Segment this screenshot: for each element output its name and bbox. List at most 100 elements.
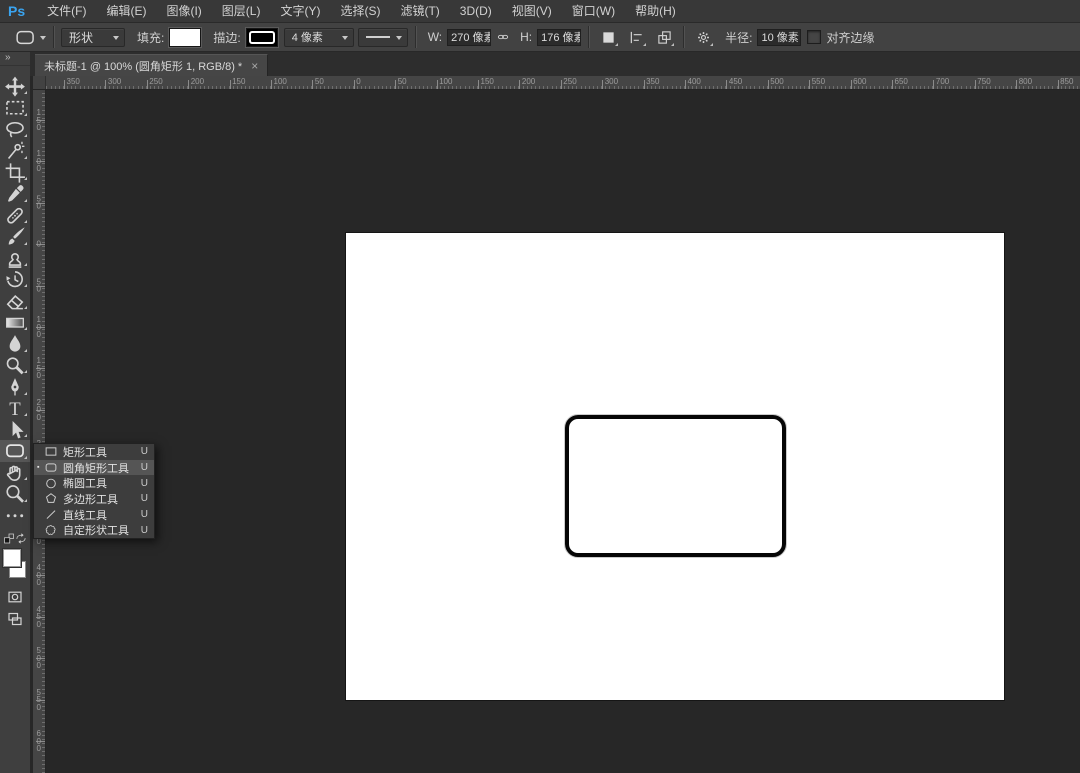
blur-tool[interactable] xyxy=(0,333,30,354)
menu-item[interactable]: 文件(F) xyxy=(37,0,96,23)
link-dimensions-icon[interactable] xyxy=(495,31,511,43)
tools-panel: » T xyxy=(0,52,30,773)
align-icon xyxy=(629,30,644,45)
separator xyxy=(588,26,590,48)
vertical-ruler[interactable]: 1 5 01 0 05 005 01 0 01 5 02 0 02 5 03 0… xyxy=(33,90,46,773)
align-edges-label: 对齐边缘 xyxy=(826,30,875,45)
separator xyxy=(683,26,685,48)
stroke-width-select[interactable]: 4 像素 xyxy=(283,27,354,47)
flyout-item[interactable]: 直线工具 U xyxy=(34,507,154,523)
gradient-tool[interactable] xyxy=(0,312,30,333)
path-alignment-button[interactable] xyxy=(624,26,648,48)
radius-input[interactable]: 10 像素 xyxy=(757,28,802,46)
flyout-item-shortcut: U xyxy=(140,446,148,458)
document-tab[interactable]: 未标题-1 @ 100% (圆角矩形 1, RGB/8) * × xyxy=(35,54,269,76)
stroke-swatch[interactable] xyxy=(245,27,278,47)
radius-value: 10 像素 xyxy=(761,32,799,44)
rounded-rectangle-tool[interactable] xyxy=(0,440,30,462)
flyout-item-label: 自定形状工具 xyxy=(63,525,129,538)
flyout-item[interactable]: 自定形状工具 U xyxy=(34,522,154,538)
flyout-item-shortcut: U xyxy=(140,509,148,521)
flyout-item-label: 矩形工具 xyxy=(63,446,107,459)
photoshop-logo: Ps xyxy=(8,3,26,19)
eyedropper-tool[interactable] xyxy=(0,183,30,204)
separator xyxy=(53,26,54,48)
path-selection-tool[interactable] xyxy=(0,419,30,440)
height-input[interactable]: 176 像素 xyxy=(537,28,582,46)
collapse-panel-icon[interactable]: » xyxy=(0,52,30,66)
clone-stamp-tool[interactable] xyxy=(0,248,30,269)
move-tool[interactable] xyxy=(0,76,30,97)
flyout-item[interactable]: 矩形工具 U xyxy=(34,444,154,460)
stroke-width-value: 4 像素 xyxy=(291,32,323,44)
gear-icon xyxy=(696,30,711,45)
menu-item[interactable]: 视图(V) xyxy=(502,0,562,23)
tool-preset-button[interactable] xyxy=(12,29,46,46)
width-input[interactable]: 270 像素 xyxy=(447,28,492,46)
quick-mask-button[interactable] xyxy=(0,588,30,606)
tool-mode-value: 形状 xyxy=(69,30,94,45)
horizontal-ruler[interactable]: 350 300 250 200 150 100 50 0 50 100 150 200 250 300 35… xyxy=(33,76,1080,90)
menu-item[interactable]: 图像(I) xyxy=(156,0,211,23)
screen-mode-button[interactable] xyxy=(0,610,30,628)
chevron-down-icon xyxy=(341,35,348,43)
menu-item[interactable]: 帮助(H) xyxy=(625,0,686,23)
foreground-color-swatch[interactable] xyxy=(3,549,21,568)
close-icon[interactable]: × xyxy=(251,59,258,73)
align-edges-checkbox[interactable] xyxy=(807,30,822,44)
shape-tools-flyout-menu: 矩形工具 U ▪ 圆角矩形工具 U 椭圆工具 U 多边形工具 U 直线工具 U 自定形状工具 U xyxy=(33,443,155,540)
flyout-item-label: 圆角矩形工具 xyxy=(63,462,129,475)
svg-text:T: T xyxy=(9,398,21,419)
color-controls xyxy=(0,532,30,546)
rounded-rectangle-icon xyxy=(12,29,34,46)
ruler-corner xyxy=(33,76,46,89)
flyout-item-shortcut: U xyxy=(140,524,148,536)
crop-tool[interactable] xyxy=(0,162,30,183)
pen-tool[interactable] xyxy=(0,376,30,397)
edit-toolbar-button[interactable] xyxy=(0,505,30,526)
menu-item[interactable]: 图层(L) xyxy=(212,0,271,23)
fill-swatch[interactable] xyxy=(169,27,202,47)
brush-tool[interactable] xyxy=(0,226,30,247)
dodge-tool[interactable] xyxy=(0,355,30,376)
flyout-item-shortcut: U xyxy=(140,477,148,489)
menu-item[interactable]: 3D(D) xyxy=(450,0,502,23)
menu-item[interactable]: 选择(S) xyxy=(330,0,390,23)
flyout-item-shortcut: U xyxy=(140,493,148,505)
chevron-down-icon xyxy=(395,35,402,43)
stroke-style-sample xyxy=(365,36,390,38)
spot-healing-brush-tool[interactable] xyxy=(0,205,30,226)
swap-colors-icon[interactable] xyxy=(15,532,27,545)
path-arrangement-button[interactable] xyxy=(652,26,676,48)
menu-bar: Ps 文件(F) 编辑(E) 图像(I) 图层(L) 文字(Y) 选择(S) 滤镜(T) 3D… xyxy=(0,0,1080,23)
quick-selection-tool[interactable] xyxy=(0,140,30,161)
flyout-item[interactable]: 多边形工具 U xyxy=(34,491,154,507)
arrange-icon xyxy=(657,30,672,45)
history-brush-tool[interactable] xyxy=(0,269,30,290)
menu-item[interactable]: 编辑(E) xyxy=(96,0,156,23)
fill-label: 填充: xyxy=(137,30,165,45)
path-operations-button[interactable] xyxy=(596,26,620,48)
default-colors-icon[interactable] xyxy=(3,532,15,545)
zoom-tool[interactable] xyxy=(0,483,30,504)
width-label: W: xyxy=(427,30,443,44)
chevron-down-icon xyxy=(40,35,46,43)
hand-tool[interactable] xyxy=(0,462,30,483)
menu-item[interactable]: 文字(Y) xyxy=(270,0,330,23)
type-tool[interactable]: T xyxy=(0,398,30,419)
stroke-style-select[interactable] xyxy=(357,27,408,47)
rectangular-marquee-tool[interactable] xyxy=(0,97,30,118)
eraser-tool[interactable] xyxy=(0,290,30,311)
geometry-options-button[interactable] xyxy=(691,26,715,48)
rounded-rectangle-shape[interactable] xyxy=(564,414,787,558)
menu-item[interactable]: 滤镜(T) xyxy=(390,0,449,23)
menu-item[interactable]: 窗口(W) xyxy=(562,0,625,23)
tool-mode-select[interactable]: 形状 xyxy=(61,27,125,47)
flyout-item[interactable]: 椭圆工具 U xyxy=(34,475,154,491)
flyout-item-label: 多边形工具 xyxy=(63,493,118,506)
lasso-tool[interactable] xyxy=(0,119,30,140)
document-tab-bar: 未标题-1 @ 100% (圆角矩形 1, RGB/8) * × xyxy=(30,52,1080,76)
tool-options-bar: 形状 填充: 描边: 4 像素 W: 270 像素 H: 176 像素 半径: … xyxy=(0,23,1080,52)
stroke-ring xyxy=(248,30,275,44)
flyout-item[interactable]: ▪ 圆角矩形工具 U xyxy=(34,459,154,476)
